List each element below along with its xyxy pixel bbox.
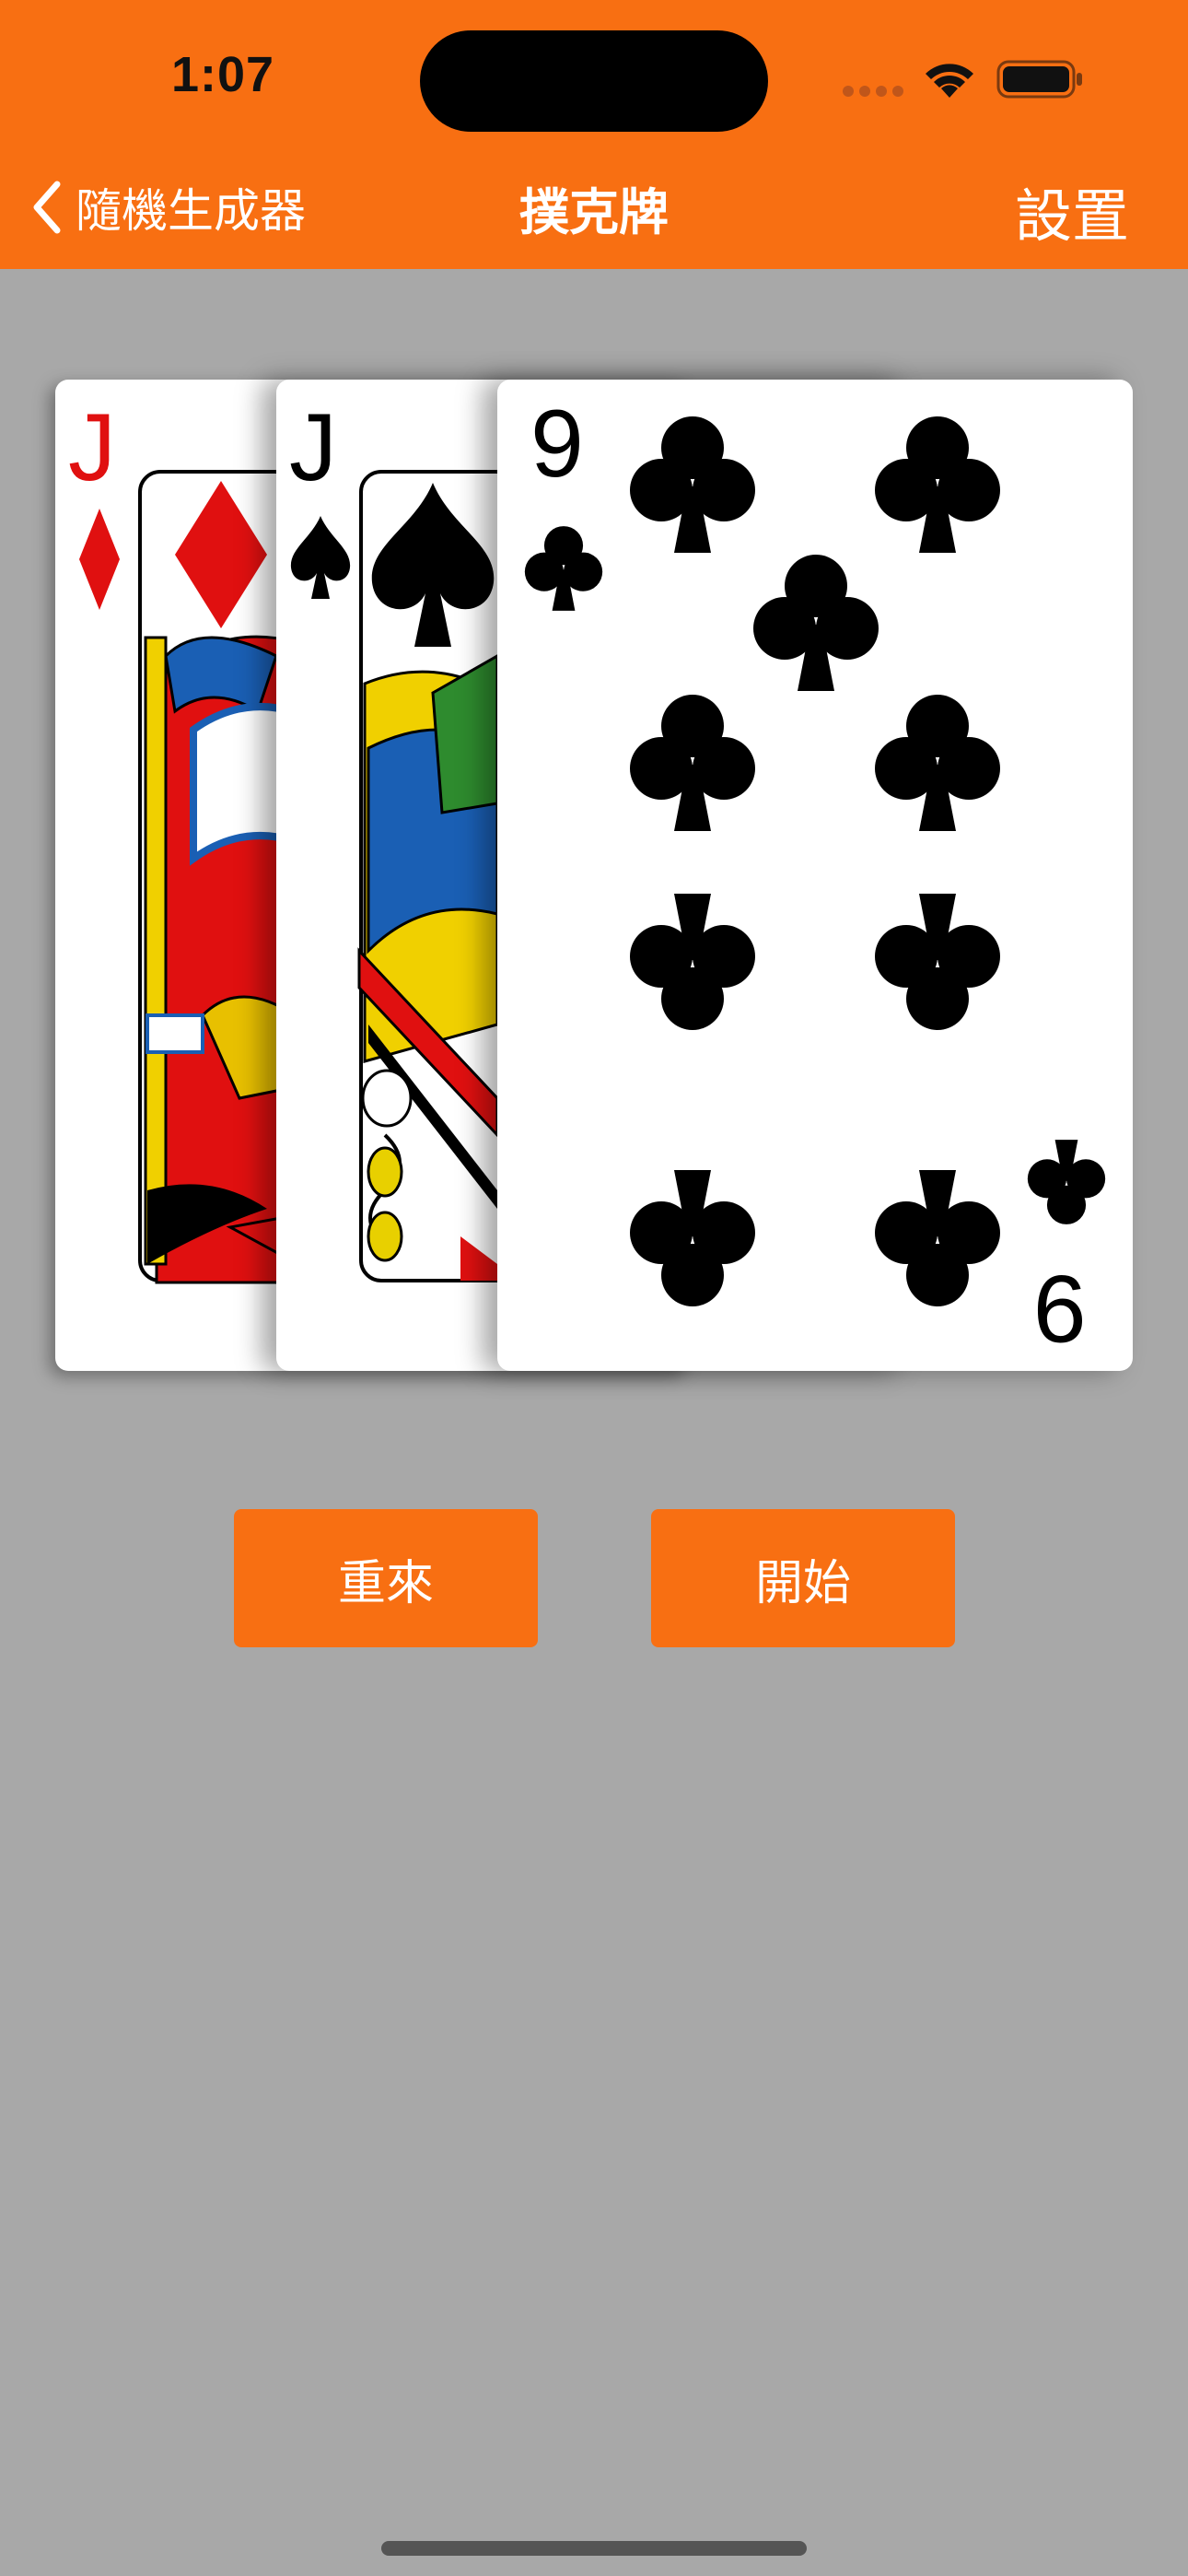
status-time: 1:07 [171,47,275,102]
card-rank: 9 [530,391,584,498]
settings-button[interactable]: 設置 [1015,170,1129,252]
wifi-icon [926,64,973,98]
navigation-header: 1:07 隨機生成器 撲克牌 設置 [0,0,1188,269]
battery-icon [996,60,1082,99]
dynamic-island [420,30,768,132]
card-rank: J [68,394,116,501]
start-button[interactable]: 開始 [651,1509,955,1647]
home-indicator[interactable] [381,2541,807,2556]
playing-card-nine-of-clubs: 9 9 [497,380,1133,1371]
reset-button[interactable]: 重來 [234,1509,538,1647]
card-rank: J [289,394,337,501]
club-pips [524,416,1106,1306]
card-rank-inverted: 9 [1033,1255,1087,1362]
page-title: 撲克牌 [519,183,669,241]
cellular-signal-icon [843,86,903,97]
